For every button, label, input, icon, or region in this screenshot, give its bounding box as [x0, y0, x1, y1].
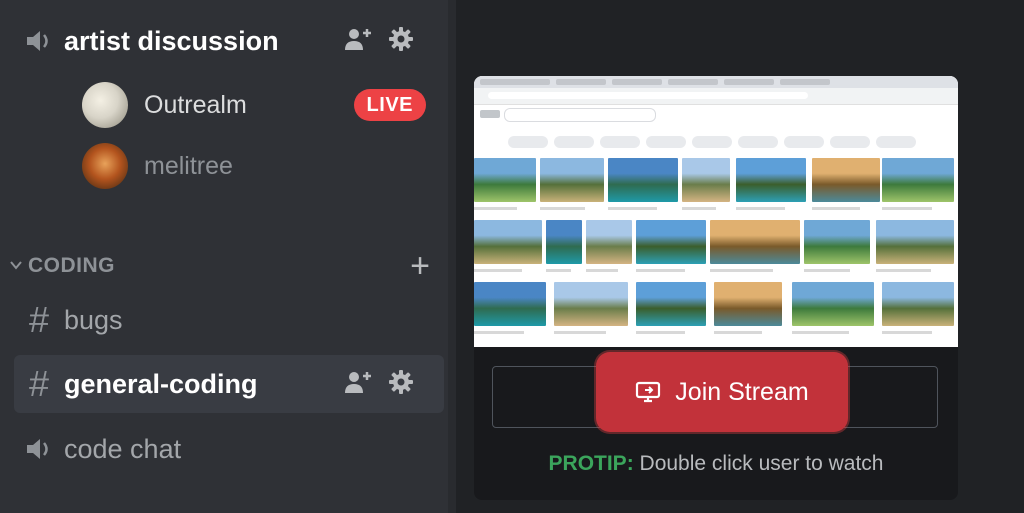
- image-thumbnail: [586, 220, 632, 264]
- thumbnail-caption: [876, 269, 931, 272]
- channel-name: general-coding: [64, 368, 258, 399]
- thumbnail-caption: [474, 331, 524, 334]
- stream-preview[interactable]: [474, 76, 958, 347]
- username: Outrealm: [144, 90, 247, 119]
- image-thumbnail: [540, 158, 604, 202]
- thumbnail-caption: [882, 207, 932, 210]
- image-thumbnail: [682, 158, 730, 202]
- thumbnail-caption: [882, 331, 932, 334]
- image-thumbnail: [608, 158, 678, 202]
- avatar: [82, 143, 128, 189]
- text-channel-bugs[interactable]: # bugs: [14, 291, 444, 349]
- image-thumbnail: [554, 282, 628, 326]
- image-thumbnail: [474, 282, 546, 326]
- thumbnail-caption: [792, 331, 849, 334]
- join-stream-label: Join Stream: [675, 377, 809, 406]
- invite-icon[interactable]: [344, 26, 374, 57]
- thumbnail-caption: [474, 207, 517, 210]
- channel-name: bugs: [64, 304, 123, 335]
- thumbnail-caption: [608, 207, 657, 210]
- thumbnail-caption: [714, 331, 762, 334]
- stream-card: Join Stream PROTIP: Double click user to…: [474, 76, 958, 500]
- voice-channel-code-chat[interactable]: code chat: [14, 420, 444, 478]
- channel-name: code chat: [64, 433, 182, 464]
- thumbnail-caption: [554, 331, 606, 334]
- thumbnail-caption: [546, 269, 571, 272]
- divider: [448, 0, 456, 513]
- protip: PROTIP: Double click user to watch: [474, 452, 958, 476]
- gear-icon[interactable]: [388, 369, 414, 400]
- image-thumbnail: [882, 282, 954, 326]
- live-badge: LIVE: [353, 89, 426, 121]
- address-bar: [474, 88, 958, 105]
- avatar: [82, 82, 128, 128]
- protip-tag: PROTIP:: [548, 452, 634, 475]
- browser-tab-bar: [474, 76, 958, 88]
- filter-chips: [474, 132, 958, 154]
- image-thumbnail: [710, 220, 800, 264]
- image-thumbnail: [804, 220, 870, 264]
- thumbnail-caption: [710, 269, 773, 272]
- image-thumbnail: [636, 220, 706, 264]
- hash-icon: #: [28, 363, 50, 404]
- thumbnail-caption: [736, 207, 785, 210]
- username: melitree: [144, 151, 233, 180]
- image-thumbnail: [636, 282, 706, 326]
- gear-icon[interactable]: [388, 26, 414, 57]
- channel-sidebar: artist discussion Outrealm LIVE melitree…: [0, 0, 448, 513]
- thumbnail-caption: [636, 331, 685, 334]
- image-thumbnail: [792, 282, 874, 326]
- image-thumbnail: [474, 220, 542, 264]
- image-thumbnail: [714, 282, 782, 326]
- thumbnail-caption: [586, 269, 618, 272]
- thumbnail-caption: [636, 269, 685, 272]
- protip-text: Double click user to watch: [639, 452, 884, 475]
- image-thumbnail: [546, 220, 582, 264]
- chevron-down-icon: [10, 257, 22, 275]
- speaker-icon: [14, 435, 64, 463]
- plus-icon[interactable]: +: [410, 248, 430, 284]
- thumbnail-caption: [682, 207, 716, 210]
- image-thumbnail: [882, 158, 954, 202]
- voice-user-outrealm[interactable]: Outrealm LIVE: [80, 77, 440, 133]
- voice-channel-artist-discussion[interactable]: artist discussion: [14, 12, 444, 70]
- invite-icon[interactable]: [344, 369, 374, 400]
- screen-share-icon: [635, 380, 661, 404]
- voice-user-melitree[interactable]: melitree: [80, 138, 440, 194]
- thumbnail-caption: [474, 269, 522, 272]
- hash-icon: #: [28, 299, 50, 340]
- thumbnail-caption: [540, 207, 585, 210]
- speaker-icon: [14, 27, 64, 55]
- image-thumbnail: [876, 220, 954, 264]
- thumbnail-caption: [812, 207, 860, 210]
- channel-name: artist discussion: [64, 25, 279, 56]
- category-coding[interactable]: CODING +: [10, 248, 430, 284]
- join-stream-button[interactable]: Join Stream: [596, 352, 848, 432]
- image-thumbnail: [474, 158, 536, 202]
- category-name: CODING: [28, 254, 115, 277]
- text-channel-general-coding[interactable]: # general-coding: [14, 355, 444, 413]
- image-thumbnail: [812, 158, 880, 202]
- image-thumbnail: [736, 158, 806, 202]
- thumbnail-caption: [804, 269, 850, 272]
- search-row: [474, 106, 958, 132]
